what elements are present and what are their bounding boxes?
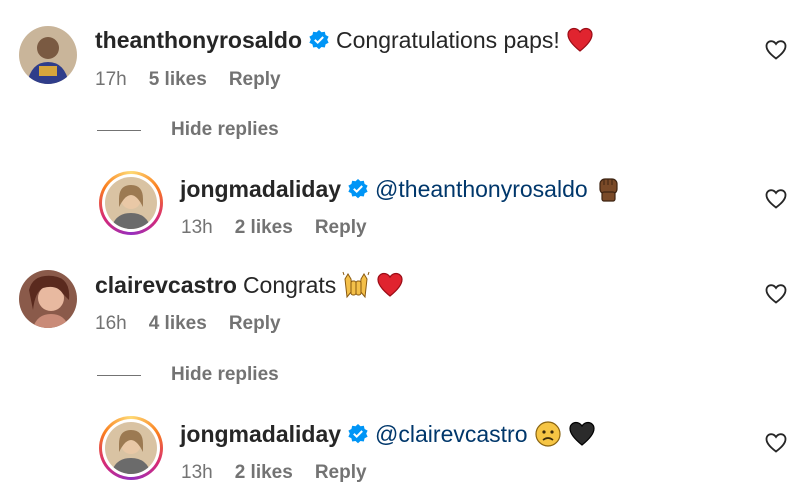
comment-text: Congrats [242,272,337,298]
like-heart-icon[interactable] [764,431,788,455]
likes-count[interactable]: 5 likes [149,68,207,92]
comment-body: theanthonyrosaldo Congratulations paps! [95,26,594,54]
reply-button[interactable]: Reply [229,312,281,336]
verified-badge-icon [348,424,368,444]
comment-meta: 17h 5 likes Reply [95,68,281,92]
likes-count[interactable]: 2 likes [235,216,293,240]
avatar-photo [19,270,77,328]
reply-button[interactable]: Reply [315,461,367,485]
username[interactable]: jongmadaliday [180,420,341,448]
timestamp: 17h [95,69,127,90]
avatar-photo [105,422,157,474]
like-heart-icon[interactable] [764,187,788,211]
verified-badge-icon [348,179,368,199]
verified-badge-icon [309,30,329,50]
red-heart-emoji-icon [377,272,403,297]
raising-hands-emoji-icon [342,271,370,299]
username[interactable]: theanthonyrosaldo [95,26,302,54]
avatar-photo [19,26,77,84]
comment-meta: 16h 4 likes Reply [95,312,281,336]
avatar[interactable] [19,270,77,328]
raised-fist-emoji-icon [599,178,618,202]
comment-text: Congratulations paps! [336,27,560,53]
likes-count[interactable]: 2 likes [235,461,293,485]
reply-button[interactable]: Reply [229,68,281,92]
mention-link[interactable]: @clairevcastro [375,420,527,448]
comment-body: jongmadaliday @theanthonyrosaldo [180,175,622,203]
avatar[interactable] [19,26,77,84]
hide-replies-button[interactable]: Hide replies [97,364,279,386]
hide-replies-label: Hide replies [171,119,279,140]
comment-meta: 13h 2 likes Reply [181,216,367,240]
hide-replies-button[interactable]: Hide replies [97,119,279,141]
black-heart-emoji-icon [568,421,595,446]
reply-button[interactable]: Reply [315,216,367,240]
comment-body: jongmadaliday @clairevcastro [180,420,596,448]
username[interactable]: clairevcastro [95,271,237,299]
like-heart-icon[interactable] [764,38,788,62]
timestamp: 13h [181,217,213,238]
avatar-story-ring[interactable] [99,171,163,235]
hide-replies-label: Hide replies [171,364,279,385]
timestamp: 16h [95,313,127,334]
like-heart-icon[interactable] [764,282,788,306]
mention-link[interactable]: @theanthonyrosaldo [375,175,588,203]
username[interactable]: jongmadaliday [180,175,341,203]
likes-count[interactable]: 4 likes [149,312,207,336]
red-heart-emoji-icon [567,27,593,52]
comment-meta: 13h 2 likes Reply [181,461,367,485]
divider [97,129,141,131]
frowning-face-emoji-icon [534,421,561,447]
comment-body: clairevcastro Congrats [95,271,404,299]
avatar-photo [105,177,157,229]
divider [97,374,141,376]
avatar-story-ring[interactable] [99,416,163,480]
timestamp: 13h [181,462,213,483]
